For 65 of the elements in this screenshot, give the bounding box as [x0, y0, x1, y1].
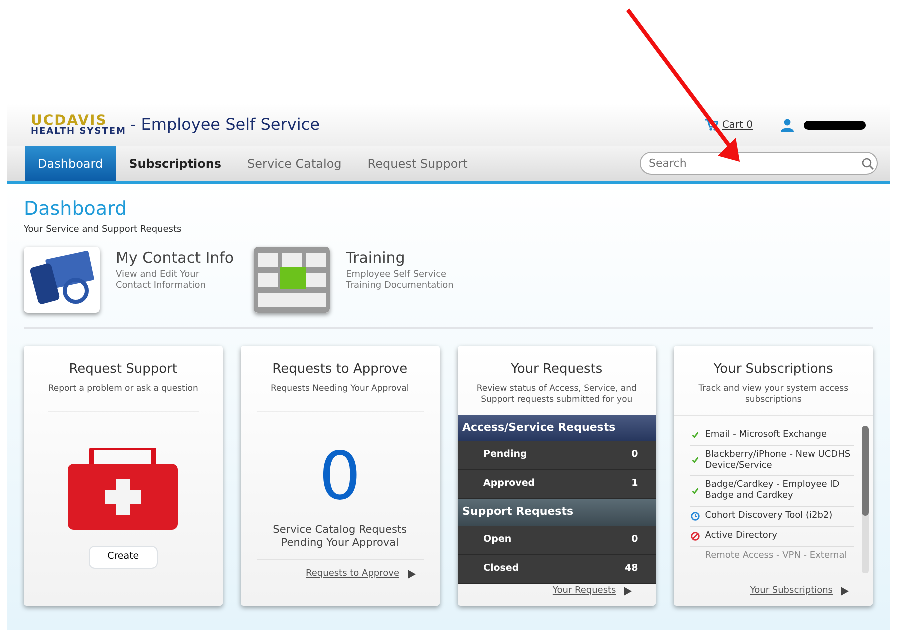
- arrow-icon[interactable]: [841, 587, 849, 596]
- shortcut-description: Employee Self Service Training Documentation: [346, 270, 455, 292]
- request-row[interactable]: Closed 48: [458, 554, 656, 584]
- row-label: Closed: [484, 562, 520, 576]
- user-icon[interactable]: [781, 118, 794, 132]
- create-button[interactable]: Create: [88, 546, 158, 569]
- page-subtitle: Your Service and Support Requests: [24, 224, 183, 237]
- group-header: Access/Service Requests: [458, 414, 656, 442]
- nav-tab[interactable]: Service Catalog: [234, 146, 355, 181]
- card-subtitle: Report a problem or ask a question: [47, 384, 200, 396]
- approval-caption: Service Catalog Requests Pending Your Approval: [272, 524, 408, 551]
- request-row[interactable]: Open 0: [458, 526, 656, 555]
- logo-subtitle: HEALTH SYSTEM: [31, 128, 126, 136]
- card-title: Your Subscriptions: [712, 361, 834, 380]
- request-row[interactable]: Pending 0: [458, 441, 656, 470]
- nav-tab[interactable]: Dashboard: [25, 146, 116, 181]
- card-title: Request Support: [68, 361, 179, 380]
- card-title: Requests to Approve: [272, 361, 409, 380]
- nav-tab[interactable]: Subscriptions: [116, 146, 235, 181]
- row-label: Pending: [484, 448, 528, 462]
- subscription-item[interactable]: Cohort Discovery Tool (i2b2): [705, 511, 833, 522]
- check-icon: [690, 455, 702, 466]
- contact-icon[interactable]: [24, 247, 100, 314]
- subscription-item[interactable]: Active Directory: [705, 531, 778, 542]
- check-icon: [690, 486, 702, 497]
- scrollbar-thumb[interactable]: [862, 426, 869, 516]
- arrow-icon[interactable]: [408, 570, 416, 579]
- row-count: 48: [625, 562, 638, 576]
- card-subtitle: Requests Needing Your Approval: [270, 384, 410, 396]
- approval-count: 0: [318, 444, 362, 510]
- shortcut-title[interactable]: Training: [346, 247, 462, 270]
- requests-to-approve-link[interactable]: Requests to Approve: [306, 568, 400, 582]
- subscription-item[interactable]: Badge/Cardkey - Employee ID Badge and Cardkey: [705, 480, 854, 502]
- keyboard-icon[interactable]: [254, 247, 330, 314]
- page-title: Dashboard: [24, 198, 128, 221]
- nav-tab[interactable]: Request Support: [354, 146, 481, 181]
- cart-link[interactable]: Cart 0: [722, 118, 753, 132]
- shortcut-description: View and Edit Your Contact Information: [116, 270, 207, 292]
- request-row[interactable]: Approved 1: [458, 470, 656, 500]
- search-icon[interactable]: [862, 158, 874, 170]
- row-count: 0: [632, 448, 638, 462]
- row-label: Approved: [484, 477, 536, 492]
- group-header: Support Requests: [458, 499, 656, 526]
- search-field[interactable]: Search: [640, 152, 878, 175]
- your-subscriptions-link[interactable]: Your Subscriptions: [750, 584, 833, 598]
- cart-icon[interactable]: [705, 119, 718, 131]
- subscription-item[interactable]: Email - Microsoft Exchange: [705, 430, 827, 441]
- arrow-icon[interactable]: [624, 587, 632, 596]
- redacted-username: [804, 120, 866, 130]
- shortcut-title[interactable]: My Contact Info: [116, 247, 234, 270]
- app-title: - Employee Self Service: [130, 114, 320, 136]
- card-subtitle: Review status of Access, Service, and Support requests submitted for you: [476, 384, 638, 407]
- row-count: 0: [632, 532, 638, 547]
- your-requests-link[interactable]: Your Requests: [552, 584, 616, 598]
- subscription-item[interactable]: Blackberry/iPhone - New UCDHS Device/Service: [705, 450, 854, 472]
- scrollbar-track[interactable]: [862, 426, 869, 573]
- clock-icon: [690, 510, 702, 522]
- blocked-icon: [690, 530, 702, 542]
- card-title: Your Requests: [510, 361, 604, 380]
- first-aid-kit-icon: [68, 448, 178, 532]
- row-label: Open: [484, 532, 512, 547]
- check-icon: [690, 430, 702, 441]
- card-subtitle: Track and view your system access subscriptions: [698, 384, 850, 407]
- logo-text: UCDAVIS: [31, 114, 108, 128]
- row-count: 1: [632, 477, 638, 492]
